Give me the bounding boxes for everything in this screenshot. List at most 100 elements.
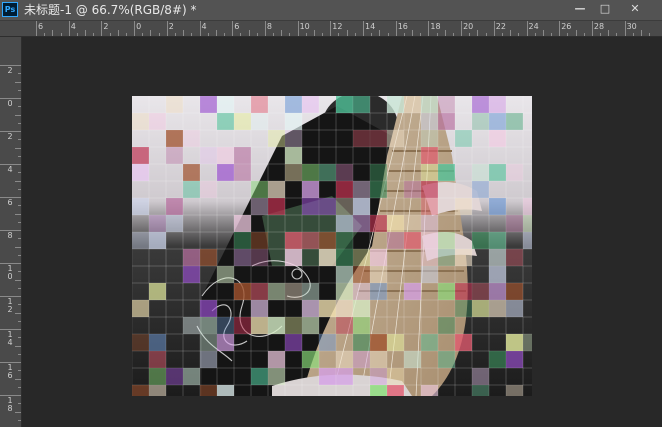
ruler-tick <box>18 403 21 405</box>
ruler-tick <box>15 279 21 281</box>
mosaic-tile <box>386 129 405 148</box>
ruler-top-label: 2 <box>103 22 109 31</box>
mosaic-tile <box>488 163 507 182</box>
ruler-tick <box>15 114 21 116</box>
mosaic-tile <box>199 333 218 352</box>
photoshop-logo-icon: Ps <box>2 2 18 17</box>
mosaic-tile <box>284 333 303 352</box>
vertical-ruler[interactable]: 2 0 2 4 6 8 10 12 14 16 18 <box>0 37 22 427</box>
mosaic-tile <box>471 367 490 386</box>
mosaic-tile <box>301 96 320 114</box>
mosaic-tile <box>284 316 303 335</box>
mosaic-tile <box>420 265 439 284</box>
mosaic-tile <box>148 231 167 250</box>
minimize-button[interactable]: — <box>567 0 593 18</box>
ruler-tick <box>85 30 87 36</box>
ruler-tick <box>125 33 127 36</box>
close-button[interactable]: ✕ <box>622 0 648 18</box>
ruler-tick <box>371 33 373 36</box>
mosaic-tile <box>199 180 218 199</box>
mosaic-tile <box>233 112 252 131</box>
mosaic-tile <box>488 248 507 267</box>
mosaic-tile <box>318 163 337 182</box>
mosaic-tile <box>335 350 354 369</box>
mosaic-tile <box>335 282 354 301</box>
mosaic-tile <box>471 96 490 114</box>
mosaic-tile <box>471 384 490 396</box>
ruler-tick <box>18 370 21 372</box>
mosaic-tile <box>522 231 532 250</box>
mosaic-tile <box>437 96 456 114</box>
mosaic-tile <box>148 384 167 396</box>
mosaic-tile <box>437 112 456 131</box>
mosaic-tile <box>199 316 218 335</box>
mosaic-tile <box>335 214 354 233</box>
ruler-tick <box>18 386 21 388</box>
mosaic-tile <box>250 231 269 250</box>
mosaic-tile <box>420 384 439 396</box>
mosaic-tile <box>505 299 524 318</box>
mosaic-tile <box>233 248 252 267</box>
ruler-tick <box>0 263 21 264</box>
mosaic-tile <box>505 248 524 267</box>
mosaic-tile <box>165 129 184 148</box>
ruler-tick <box>18 271 21 273</box>
mosaic-tile <box>352 282 371 301</box>
mosaic-tile <box>318 367 337 386</box>
mosaic-tile <box>165 367 184 386</box>
mosaic-tile <box>250 316 269 335</box>
ruler-tick <box>18 106 21 108</box>
mosaic-tile <box>301 197 320 216</box>
ruler-tick <box>403 33 405 36</box>
mosaic-tile <box>403 350 422 369</box>
ruler-tick <box>534 33 536 36</box>
ruler-tick <box>0 230 21 231</box>
mosaic-tile <box>284 96 303 114</box>
ruler-tick <box>542 30 544 36</box>
mosaic-tile <box>352 248 371 267</box>
mosaic-tile <box>216 384 235 396</box>
ruler-top-label: 30 <box>626 22 637 31</box>
mosaic-tile <box>505 333 524 352</box>
document-tab-title[interactable]: 未标题-1 @ 66.7%(RGB/8#) * <box>24 3 197 17</box>
ruler-tick <box>281 30 283 36</box>
ruler-left-label: 10 <box>7 264 13 281</box>
mosaic-tile <box>437 316 456 335</box>
ruler-tick <box>76 33 78 36</box>
ruler-tick <box>632 33 634 36</box>
mosaic-tile <box>301 180 320 199</box>
ruler-tick <box>18 89 21 91</box>
mosaic-tile <box>420 129 439 148</box>
mosaic-tile <box>488 265 507 284</box>
canvas-workspace[interactable] <box>22 37 662 427</box>
mosaic-tile <box>216 316 235 335</box>
mosaic-tile <box>318 231 337 250</box>
mosaic-tile <box>386 214 405 233</box>
ruler-tick <box>224 33 226 36</box>
mosaic-tile <box>250 248 269 267</box>
ruler-tick <box>166 21 168 36</box>
mosaic-tile <box>182 129 201 148</box>
ruler-tick <box>0 98 21 99</box>
mosaic-tile <box>182 248 201 267</box>
maximize-button[interactable]: □ <box>592 0 618 18</box>
mosaic-tile <box>284 146 303 165</box>
mosaic-tile <box>250 282 269 301</box>
mosaic-tile <box>403 214 422 233</box>
ruler-tick <box>15 213 21 215</box>
mosaic-tile <box>369 350 388 369</box>
document-canvas-image[interactable] <box>132 96 532 396</box>
ruler-tick <box>551 33 553 36</box>
mosaic-tile <box>471 231 490 250</box>
mosaic-tile <box>369 367 388 386</box>
mosaic-tile <box>182 180 201 199</box>
ruler-tick <box>264 21 266 36</box>
ruler-tick <box>18 155 21 157</box>
ruler-tick <box>142 33 144 36</box>
horizontal-ruler[interactable]: 6 4 2 0 2 4 6 8 10 12 14 16 18 20 22 24 26 28 30 <box>0 21 662 37</box>
mosaic-tile <box>352 180 371 199</box>
ruler-tick <box>501 33 503 36</box>
ruler-tick <box>15 312 21 314</box>
mosaic-tile <box>250 96 269 114</box>
mosaic-tile <box>165 146 184 165</box>
